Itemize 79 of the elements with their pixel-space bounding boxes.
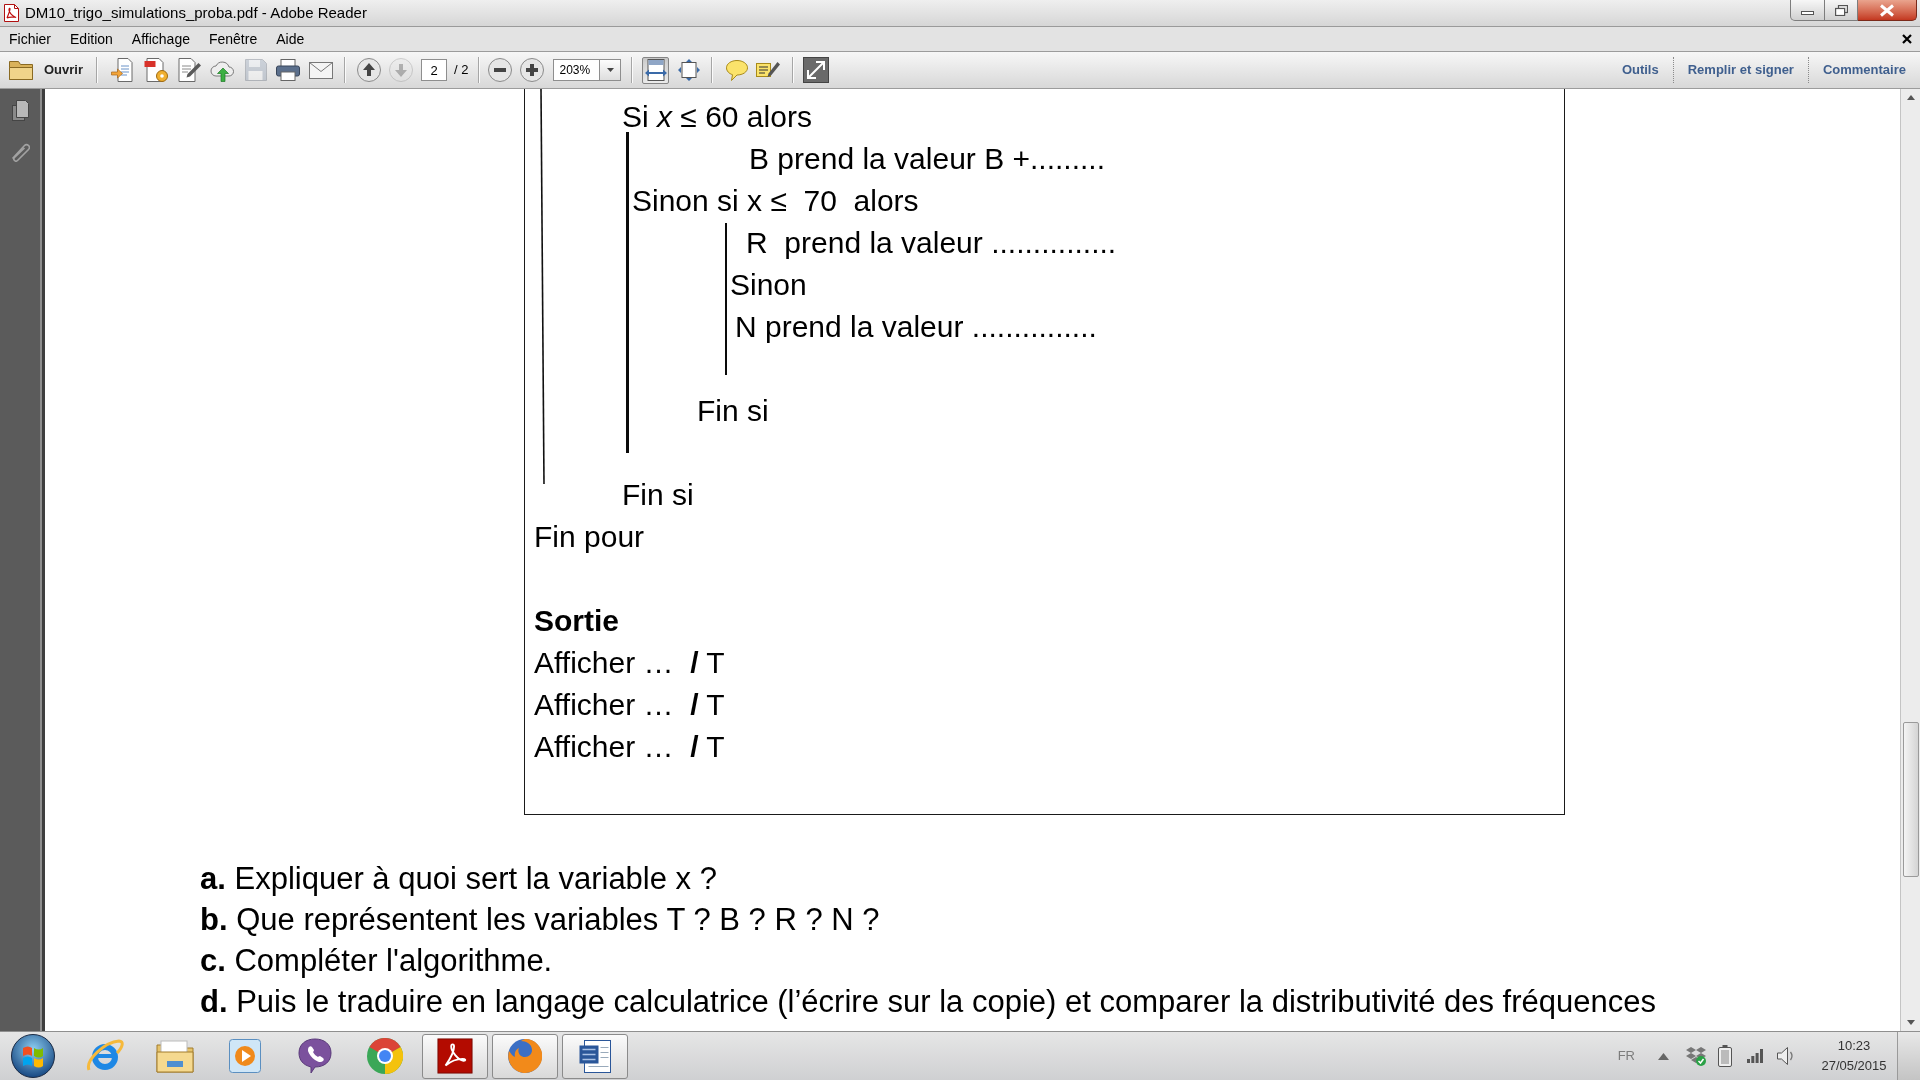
page-count: / 2 xyxy=(454,61,469,80)
pane-tab[interactable]: Commentaire xyxy=(1822,60,1906,80)
document-tile-icon xyxy=(579,1039,611,1073)
folder-icon xyxy=(156,1039,194,1073)
question-text: c. Compléter l'algorithme. xyxy=(200,942,553,980)
fit-page-icon xyxy=(678,59,700,81)
e-ring-icon xyxy=(86,1039,124,1073)
menu-item[interactable]: Fenêtre xyxy=(208,29,258,49)
algorithm-line: R prend la valeur ............... xyxy=(746,225,1117,261)
start-orb-icon[interactable] xyxy=(11,1034,55,1078)
algorithm-line: Fin si xyxy=(622,477,694,513)
open-button[interactable]: Ouvrir xyxy=(9,56,83,84)
output-line: Afficher … / T xyxy=(534,729,725,765)
restore-icon xyxy=(1834,4,1848,16)
algorithm-line: B prend la valeur B +......... xyxy=(749,141,1105,177)
folder-icon xyxy=(9,59,34,81)
output-line: Afficher … / T xyxy=(534,645,725,681)
menu-item[interactable]: Aide xyxy=(276,29,305,49)
swirl-tile-icon xyxy=(437,1038,473,1074)
scroll-up-icon[interactable] xyxy=(1906,95,1915,100)
close-button[interactable] xyxy=(1858,0,1917,21)
document-arrow-icon[interactable] xyxy=(111,58,135,82)
signal-icon[interactable] xyxy=(1747,1049,1763,1063)
question-text: b. Que représentent les variables T ? B ? R ? N ? xyxy=(200,901,880,939)
question-text: a. Expliquer à quoi sert la variable x ? xyxy=(200,860,717,898)
zoom-dropdown-button[interactable] xyxy=(600,59,622,81)
algorithm-line: Sinon si x ≤ 70 alors xyxy=(632,183,919,219)
caret-down-icon xyxy=(607,68,614,72)
print-icon[interactable] xyxy=(276,59,300,81)
document-pencil-icon[interactable] xyxy=(177,58,201,82)
minimize-icon xyxy=(1801,11,1814,15)
pane-tab[interactable]: Remplir et signer xyxy=(1687,60,1794,80)
speaker-icon[interactable] xyxy=(1777,1047,1794,1065)
scroll-down-icon[interactable] xyxy=(1906,1020,1915,1025)
page-number-field[interactable]: 2 xyxy=(421,59,447,81)
taskbar-button[interactable] xyxy=(492,1033,558,1079)
pages-icon[interactable] xyxy=(11,100,29,121)
taskbar-button[interactable] xyxy=(562,1033,628,1079)
menu-item[interactable]: Affichage xyxy=(131,29,190,49)
close-icon xyxy=(1879,3,1895,17)
triangle-up-icon[interactable] xyxy=(1658,1052,1669,1060)
algorithm-line: Sinon xyxy=(730,267,807,303)
zoom-out-icon[interactable] xyxy=(488,58,513,82)
algorithm-line: Fin pour xyxy=(534,519,645,555)
paperclip-icon[interactable] xyxy=(10,141,30,162)
phone-bubble-icon xyxy=(298,1038,332,1074)
battery-icon[interactable] xyxy=(1718,1045,1732,1067)
algorithm-line: Fin si xyxy=(697,393,769,429)
close-icon[interactable] xyxy=(1902,34,1912,44)
speech-bubble-icon[interactable] xyxy=(726,59,749,81)
scrollbar-thumb[interactable] xyxy=(1902,722,1919,877)
zoom-field[interactable]: 203% xyxy=(553,59,601,81)
zoom-in-icon[interactable] xyxy=(520,58,545,82)
restore-button[interactable] xyxy=(1825,0,1858,21)
fullscreen-icon[interactable] xyxy=(803,57,830,83)
flame-globe-icon xyxy=(508,1039,542,1073)
pane-tab[interactable]: Outils xyxy=(1621,60,1659,80)
envelope-icon[interactable] xyxy=(309,61,333,79)
menu-item[interactable]: Edition xyxy=(70,29,113,49)
menu-item[interactable]: Fichier xyxy=(9,29,51,49)
window-title: DM10_trigo_simulations_proba.pdf - Adobe Reader xyxy=(25,3,367,23)
algorithm-line: N prend la valeur ............... xyxy=(735,309,1097,345)
taskbar-button[interactable] xyxy=(422,1033,488,1079)
minimize-button[interactable] xyxy=(1790,0,1825,21)
fit-width-button[interactable] xyxy=(642,56,670,84)
output-line: Afficher … / T xyxy=(534,687,725,723)
document-gear-icon[interactable] xyxy=(144,58,168,82)
clock-date: 27/05/2015 xyxy=(1821,1057,1887,1075)
boxes-check-icon[interactable] xyxy=(1686,1046,1706,1066)
pdf-document-icon xyxy=(4,4,19,22)
question-text: d. Puis le traduire en langage calculatrice (l’écrire sur la copie) et comparer la distributivité des fréquences xyxy=(200,983,1656,1021)
clock-time: 10:23 xyxy=(1837,1037,1871,1055)
cloud-upload-icon[interactable] xyxy=(210,58,236,82)
previous-page-icon[interactable] xyxy=(357,58,381,82)
segmented-circle-icon xyxy=(367,1038,403,1074)
output-heading: Sortie xyxy=(534,603,620,639)
algorithm-line: Si x ≤ 60 alors xyxy=(622,99,812,135)
play-tile-icon xyxy=(229,1039,261,1073)
fit-width-icon xyxy=(645,59,667,81)
